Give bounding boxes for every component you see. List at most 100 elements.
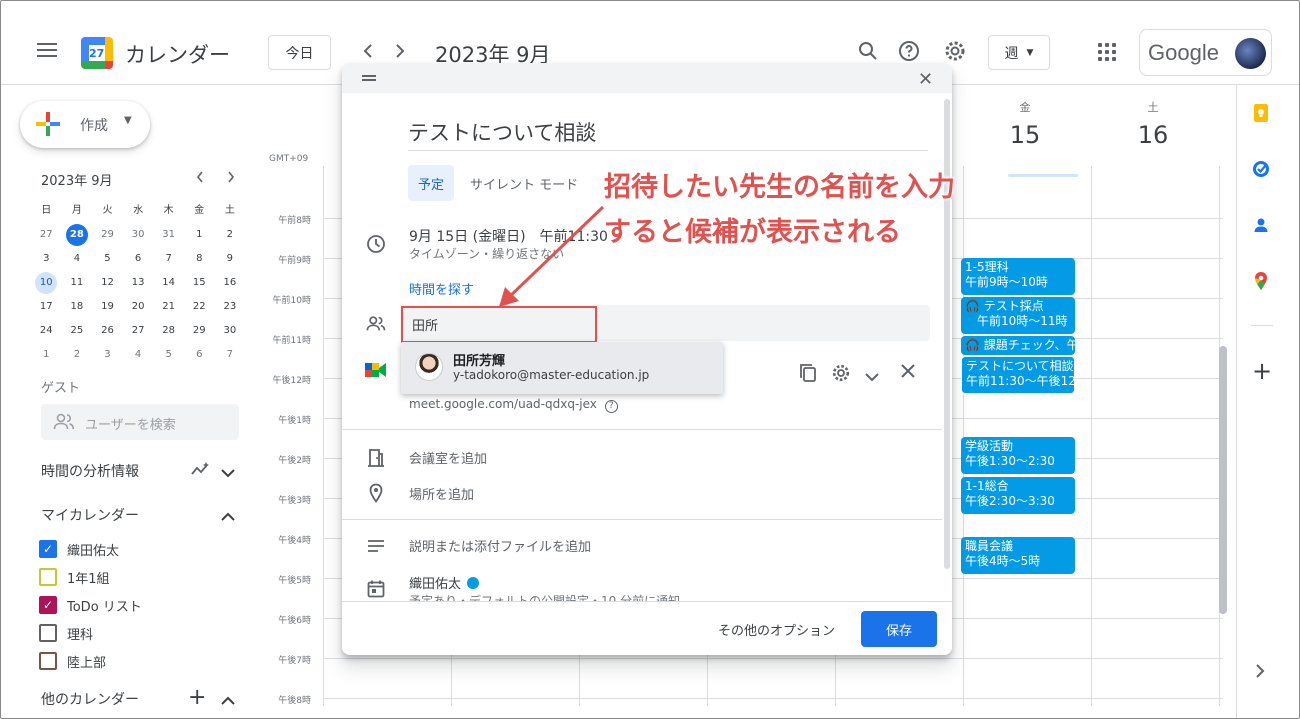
prev-week-button[interactable] <box>358 41 378 61</box>
today-button[interactable]: 今日 <box>268 35 331 70</box>
tasks-icon[interactable] <box>1251 159 1271 179</box>
guest-suggestion-item[interactable]: 田所芳輝 y-tadokoro@master-education.jp <box>401 342 723 394</box>
next-week-button[interactable] <box>390 41 410 61</box>
my-calendar-item[interactable]: ✓ 織田佑太 <box>39 539 119 559</box>
tab-event[interactable]: 予定 <box>408 165 455 201</box>
checkbox[interactable]: ✓ <box>39 540 57 558</box>
keep-icon[interactable] <box>1251 103 1271 123</box>
remove-meet-close-icon[interactable] <box>901 363 915 382</box>
contacts-icon[interactable] <box>1251 215 1271 235</box>
mini-calendar-day[interactable]: 30 <box>215 319 246 343</box>
mini-calendar-day[interactable]: 15 <box>184 271 215 295</box>
day-header-sat[interactable]: 土 16 <box>1098 99 1208 149</box>
mini-calendar-day[interactable]: 4 <box>123 343 154 367</box>
day-header-fri[interactable]: 金 15 <box>970 99 1080 149</box>
mini-calendar-day[interactable]: 29 <box>92 223 123 247</box>
analytics-heading[interactable]: 時間の分析情報 <box>41 461 139 481</box>
calendar-event[interactable]: 🎧 課題チェック、午 <box>961 336 1075 355</box>
mini-calendar-day[interactable]: 29 <box>184 319 215 343</box>
mini-calendar-day[interactable]: 27 <box>31 223 62 247</box>
close-icon[interactable]: ✕ <box>918 69 933 90</box>
tab-silent-mode[interactable]: サイレント モード <box>460 165 588 201</box>
mini-calendar-day[interactable]: 5 <box>153 343 184 367</box>
mini-calendar-day[interactable]: 14 <box>153 271 184 295</box>
user-avatar[interactable] <box>1235 38 1266 69</box>
checkbox[interactable] <box>39 624 57 642</box>
mini-calendar-day[interactable]: 1 <box>31 343 62 367</box>
mini-calendar-day[interactable]: 7 <box>153 247 184 271</box>
calendar-event[interactable]: 1-5理科 午前9時～10時 <box>961 258 1075 295</box>
find-time-link[interactable]: 時間を探す <box>409 279 474 298</box>
chevron-up-icon[interactable] <box>221 691 235 710</box>
my-calendar-item[interactable]: 理科 <box>39 623 93 643</box>
mini-calendar-day[interactable]: 28 <box>153 319 184 343</box>
calendar-event-selected[interactable]: テストについて相談 午前11:30～午後12:3 <box>961 356 1075 394</box>
mini-calendar-day[interactable]: 18 <box>62 295 93 319</box>
mini-next-month-icon[interactable] <box>227 171 235 187</box>
mini-calendar-day[interactable]: 4 <box>62 247 93 271</box>
mini-calendar-day[interactable]: 16 <box>215 271 246 295</box>
expand-rail-chevron-icon[interactable] <box>1255 663 1265 682</box>
mini-calendar-day[interactable]: 6 <box>123 247 154 271</box>
mini-calendar-day[interactable]: 20 <box>123 295 154 319</box>
mini-calendar-day[interactable]: 27 <box>123 319 154 343</box>
my-calendar-item[interactable]: ✓ ToDo リスト <box>39 595 142 615</box>
mini-calendar-day[interactable]: 17 <box>31 295 62 319</box>
add-room-button[interactable]: 会議室を追加 <box>409 448 487 467</box>
meet-settings-gear-icon[interactable] <box>831 363 851 387</box>
grid-scrollbar[interactable] <box>1219 346 1227 614</box>
mini-calendar-day[interactable]: 8 <box>184 247 215 271</box>
mini-calendar-day[interactable]: 24 <box>31 319 62 343</box>
search-icon[interactable] <box>856 39 880 63</box>
copy-icon[interactable] <box>799 363 817 387</box>
calendar-event[interactable]: 🎧 テスト採点 午前10時～11時 <box>961 297 1075 334</box>
meet-link[interactable]: meet.google.com/uad-qdxq-jex ? <box>409 397 618 413</box>
checkbox[interactable] <box>39 568 57 586</box>
mini-calendar-day[interactable]: 30 <box>123 223 154 247</box>
save-button[interactable]: 保存 <box>861 611 937 647</box>
main-menu-icon[interactable] <box>37 43 57 57</box>
checkbox[interactable]: ✓ <box>39 596 57 614</box>
apps-grid-icon[interactable] <box>1098 43 1116 61</box>
account-box[interactable]: Google <box>1139 29 1272 76</box>
calendar-event[interactable]: 職員会議 午後4時～5時 <box>961 537 1075 574</box>
add-description-button[interactable]: 説明または添付ファイルを追加 <box>409 536 591 555</box>
calendar-event[interactable]: 1-1総合 午後2:30～3:30 <box>961 477 1075 514</box>
mini-calendar-day[interactable]: 23 <box>215 295 246 319</box>
add-addon-plus-icon[interactable]: + <box>1252 357 1272 385</box>
mini-prev-month-icon[interactable] <box>196 171 204 187</box>
mini-calendar-day[interactable]: 1 <box>184 223 215 247</box>
mini-calendar-day[interactable]: 13 <box>123 271 154 295</box>
mini-calendar-day[interactable]: 2 <box>62 343 93 367</box>
mini-calendar-day[interactable]: 5 <box>92 247 123 271</box>
mini-calendar-day[interactable]: 9 <box>215 247 246 271</box>
maps-icon[interactable] <box>1251 271 1271 291</box>
mini-calendar-day[interactable]: 6 <box>184 343 215 367</box>
create-button[interactable]: 作成 ▼ <box>20 101 150 148</box>
help-icon[interactable]: ? <box>604 400 618 413</box>
more-options-button[interactable]: その他のオプション <box>718 620 835 639</box>
dialog-drag-bar[interactable]: ✕ <box>342 63 952 93</box>
mini-calendar-day[interactable]: 21 <box>153 295 184 319</box>
owner-calendar[interactable]: 織田佑太 <box>409 573 480 592</box>
my-calendar-item[interactable]: 1年1組 <box>39 567 110 587</box>
help-icon[interactable] <box>897 39 921 63</box>
chevron-up-icon[interactable] <box>221 507 235 526</box>
chevron-down-icon[interactable] <box>865 367 879 386</box>
chevron-down-icon[interactable] <box>221 463 235 482</box>
my-calendar-item[interactable]: 陸上部 <box>39 651 106 671</box>
mini-calendar-day[interactable]: 25 <box>62 319 93 343</box>
mini-calendar-day[interactable]: 31 <box>153 223 184 247</box>
view-selector[interactable]: 週 ▼ <box>988 35 1050 70</box>
mini-calendar-day[interactable]: 19 <box>92 295 123 319</box>
drag-handle-icon[interactable] <box>362 75 376 81</box>
add-other-calendar-plus-icon[interactable]: + <box>188 685 206 710</box>
my-calendars-heading[interactable]: マイカレンダー <box>41 505 139 525</box>
mini-calendar-day[interactable]: 7 <box>215 343 246 367</box>
mini-calendar-day[interactable]: 10 <box>31 271 62 295</box>
mini-calendar-day[interactable]: 26 <box>92 319 123 343</box>
mini-calendar-day[interactable]: 2 <box>215 223 246 247</box>
checkbox[interactable] <box>39 652 57 670</box>
other-calendars-heading[interactable]: 他のカレンダー <box>41 689 139 709</box>
mini-calendar-day[interactable]: 12 <box>92 271 123 295</box>
